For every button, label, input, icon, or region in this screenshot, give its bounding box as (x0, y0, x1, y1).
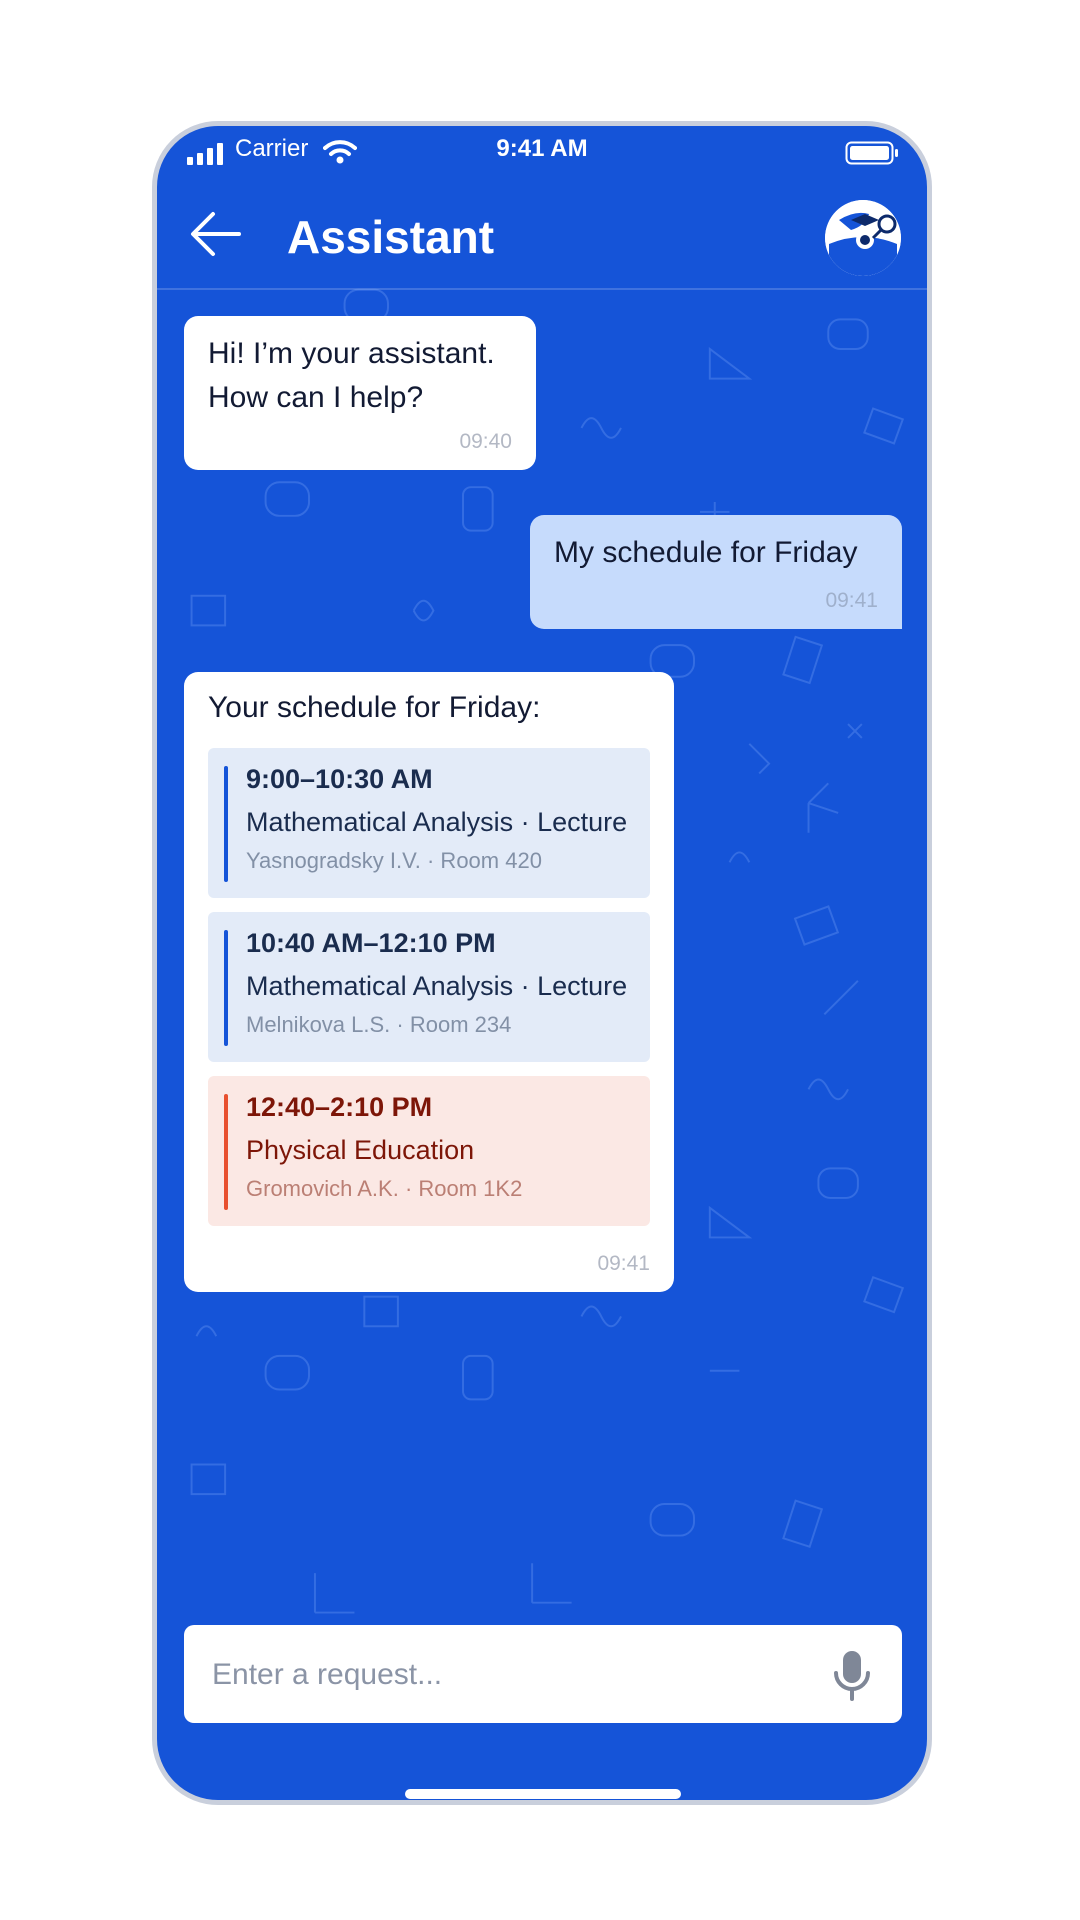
class-teacher-room: Yasnogradsky I.V. · Room 420 (246, 848, 542, 873)
class-time: 9:00–10:30 AM (246, 764, 433, 794)
status-bar: Carrier 9:41 AM (157, 126, 927, 182)
class-teacher-room: Melnikova L.S. · Room 234 (246, 1012, 512, 1037)
message-time: 09:41 (825, 589, 878, 612)
page-title: Assistant (287, 211, 495, 263)
class-subject: Mathematical Analysis · Lecture (246, 971, 628, 1001)
class-teacher-room: Gromovich A.K. · Room 1K2 (246, 1176, 523, 1201)
class-time: 10:40 AM–12:10 PM (246, 928, 496, 958)
message-line: How can I help? (208, 381, 424, 414)
home-indicator[interactable] (405, 1789, 681, 1799)
status-time: 9:41 AM (496, 135, 588, 162)
user-message: My schedule for Friday 09:41 (530, 515, 902, 629)
schedule-intro: Your schedule for Friday: (208, 691, 541, 724)
assistant-message: Hi! I’m your assistant. How can I help? … (184, 316, 536, 470)
class-time: 12:40–2:10 PM (246, 1092, 433, 1122)
phone-frame: Carrier 9:41 AM Assistant Hi! I’m your a… (152, 121, 932, 1805)
assistant-avatar-icon[interactable] (825, 200, 901, 276)
message-time: 09:40 (459, 430, 512, 453)
assistant-schedule-message: Your schedule for Friday: 9:00–10:30 AM … (184, 672, 674, 1292)
message-line: Hi! I’m your assistant. (208, 337, 495, 370)
back-arrow-icon[interactable] (187, 204, 247, 264)
app-header: Assistant (157, 182, 927, 290)
message-text: My schedule for Friday (554, 536, 858, 569)
schedule-card[interactable]: 12:40–2:10 PM Physical Education Gromovi… (208, 1076, 650, 1226)
class-subject: Mathematical Analysis · Lecture (246, 807, 628, 837)
request-input[interactable] (210, 1625, 794, 1725)
message-time: 09:41 (597, 1252, 650, 1275)
microphone-icon[interactable] (830, 1649, 874, 1701)
schedule-card[interactable]: 9:00–10:30 AM Mathematical Analysis · Le… (208, 748, 650, 898)
schedule-card[interactable]: 10:40 AM–12:10 PM Mathematical Analysis … (208, 912, 650, 1062)
battery-icon (845, 141, 898, 165)
card-accent-bar (224, 766, 228, 882)
card-accent-bar (224, 1094, 228, 1210)
card-accent-bar (224, 930, 228, 1046)
request-input-box (184, 1625, 902, 1725)
class-subject: Physical Education (246, 1135, 475, 1165)
